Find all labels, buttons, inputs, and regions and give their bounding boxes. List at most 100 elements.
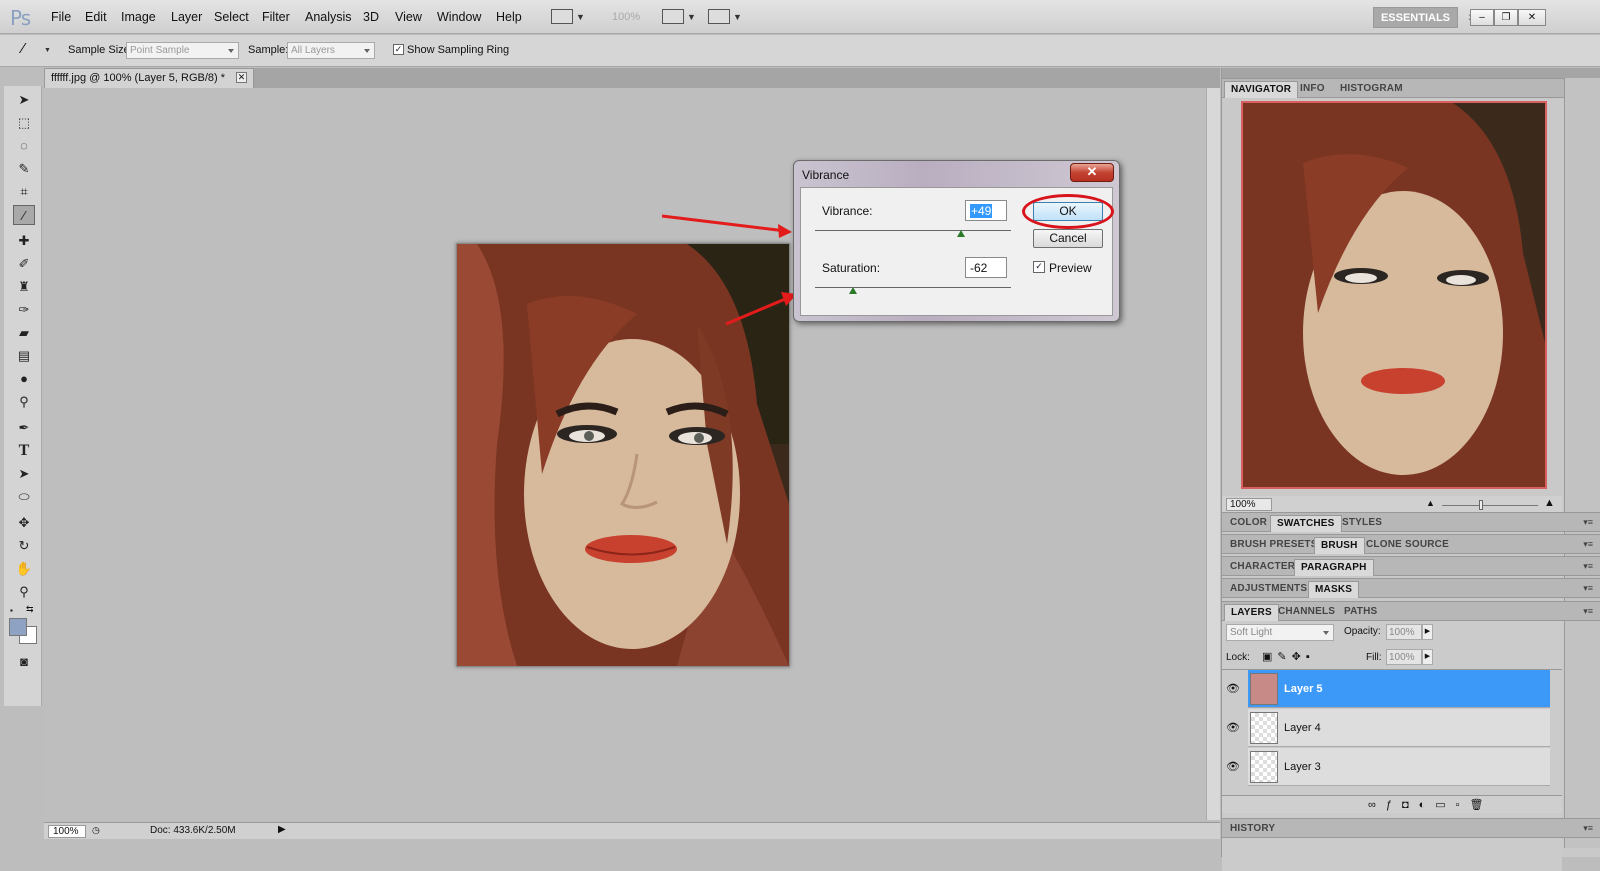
menu-file[interactable]: File [51,10,71,24]
saturation-slider-track[interactable] [815,287,1011,288]
panel-dock-scrollbar[interactable] [1564,78,1600,848]
menu-image[interactable]: Image [121,10,156,24]
quick-selection-tool-icon[interactable]: ✎ [13,159,35,179]
tab-paths[interactable]: PATHS [1338,604,1383,621]
navigator-zoom-handle[interactable] [1479,500,1483,510]
layer-row-layer-4[interactable]: 👁 Layer 4 [1226,709,1550,747]
status-info-icon[interactable]: ◷ [92,825,100,836]
layer-thumbnail[interactable] [1250,673,1278,705]
history-brush-tool-icon[interactable]: ✑ [13,300,35,320]
menu-help[interactable]: Help [496,10,522,24]
marquee-tool-icon[interactable]: ⬚ [13,113,35,133]
navigator-zoom-slider[interactable] [1442,505,1538,506]
zoom-tool-icon[interactable]: ⚲ [13,582,35,602]
tab-adjustments[interactable]: ADJUSTMENTS [1224,581,1313,598]
path-selection-tool-icon[interactable]: ➤ [13,464,35,484]
sample-size-select[interactable]: Point Sample [126,42,239,59]
saturation-slider-handle[interactable] [849,287,857,294]
panel-menu-icon[interactable]: ▾≡ [1583,561,1593,572]
eyedropper-tool-preset-icon[interactable]: ⁄ [22,40,25,57]
healing-brush-tool-icon[interactable]: ✚ [13,231,35,251]
zoom-in-icon[interactable]: ▲ [1544,497,1555,509]
tab-styles[interactable]: STYLES [1336,515,1388,532]
status-menu-icon[interactable]: ▶ [278,824,286,835]
swap-colors-icon[interactable]: ⇆ [26,604,34,615]
eraser-tool-icon[interactable]: ▰ [13,323,35,343]
tab-navigator[interactable]: NAVIGATOR [1224,81,1299,98]
tab-info[interactable]: INFO [1294,81,1331,98]
brush-tool-icon[interactable]: ✐ [13,254,35,274]
move-tool-icon[interactable]: ➤ [13,90,35,110]
tab-histogram[interactable]: HISTOGRAM [1334,81,1409,98]
crop-tool-icon[interactable]: ⌗ [13,182,35,202]
screen-mode-icon[interactable] [708,9,730,24]
restore-icon[interactable]: ❐ [1494,9,1518,26]
menu-analysis[interactable]: Analysis [305,10,352,24]
tab-clone-source[interactable]: CLONE SOURCE [1360,537,1455,554]
chevron-down-icon[interactable]: ▼ [687,12,696,22]
layer-thumbnail[interactable] [1250,712,1278,744]
panel-menu-icon[interactable]: ▾≡ [1583,517,1593,528]
gradient-tool-icon[interactable]: ▤ [13,346,35,366]
opacity-input[interactable]: 100% [1386,624,1422,640]
launch-bridge-icon[interactable] [551,9,573,24]
sample-select[interactable]: All Layers [287,42,375,59]
status-zoom-field[interactable]: 100% [48,825,86,838]
lasso-tool-icon[interactable]: ◌ [13,136,35,156]
tab-masks[interactable]: MASKS [1308,581,1360,598]
close-icon[interactable]: ✕ [1518,9,1546,26]
panel-menu-icon[interactable]: ▾≡ [1583,606,1593,617]
layer-name[interactable]: Layer 4 [1284,722,1321,734]
tab-character[interactable]: CHARACTER [1224,559,1301,576]
quick-mask-icon[interactable]: ◙ [13,652,35,672]
fill-slider-toggle[interactable]: ▶ [1422,649,1433,665]
pen-tool-icon[interactable]: ✒ [13,418,35,438]
zoom-level-field[interactable]: 100% [612,11,640,23]
workspace-switcher-button[interactable]: ESSENTIALS [1373,7,1458,28]
panel-menu-icon[interactable]: ▾≡ [1583,583,1593,594]
menu-view[interactable]: View [395,10,422,24]
preview-checkbox[interactable]: ✓ [1033,261,1045,273]
ellipse-tool-icon[interactable]: ⬭ [13,487,35,507]
foreground-color-swatch[interactable] [9,618,27,636]
tab-color[interactable]: COLOR [1224,515,1273,532]
menu-layer[interactable]: Layer [171,10,202,24]
close-document-icon[interactable]: ✕ [236,72,247,83]
dodge-tool-icon[interactable]: ⚲ [13,392,35,412]
canvas-vertical-scrollbar[interactable] [1206,88,1220,820]
layer-action-icons[interactable]: ∞ƒ◘◐▭▫🗑 [1368,798,1494,811]
navigator-zoom-field[interactable]: 100% [1226,498,1272,511]
layer-thumbnail[interactable] [1250,751,1278,783]
menu-select[interactable]: Select [214,10,249,24]
layer-name[interactable]: Layer 3 [1284,761,1321,773]
layer-row-layer-5[interactable]: 👁 Layer 5 [1226,670,1550,708]
show-sampling-ring-checkbox[interactable]: ✓ [393,44,404,55]
vibrance-slider-handle[interactable] [957,230,965,237]
tab-brush[interactable]: BRUSH [1314,537,1365,554]
tab-history[interactable]: HISTORY [1224,821,1281,838]
navigator-preview[interactable] [1241,101,1547,489]
menu-filter[interactable]: Filter [262,10,290,24]
menu-window[interactable]: Window [437,10,481,24]
layer-row-layer-3[interactable]: 👁 Layer 3 [1226,748,1550,786]
document-tab[interactable]: ffffff.jpg @ 100% (Layer 5, RGB/8) * ✕ [44,68,254,88]
chevron-down-icon[interactable]: ▼ [576,12,585,22]
layer-visibility-eye-icon[interactable]: 👁 [1226,721,1240,734]
lock-icons[interactable]: ▣✎✥▪ [1262,650,1315,663]
tab-paragraph[interactable]: PARAGRAPH [1294,559,1374,576]
arrange-documents-icon[interactable] [662,9,684,24]
blend-mode-select[interactable]: Soft Light [1226,624,1334,641]
menu-3d[interactable]: 3D [363,10,379,24]
fill-input[interactable]: 100% [1386,649,1422,665]
panel-menu-icon[interactable]: ▾≡ [1583,823,1593,834]
menu-edit[interactable]: Edit [85,10,107,24]
clone-stamp-tool-icon[interactable]: ♜ [13,277,35,297]
layer-visibility-eye-icon[interactable]: 👁 [1226,760,1240,773]
vibrance-input[interactable]: +49 [965,200,1007,221]
3d-rotate-tool-icon[interactable]: ✥ [13,513,35,533]
tab-brush-presets[interactable]: BRUSH PRESETS [1224,537,1324,554]
eyedropper-tool-icon[interactable]: ⁄ [13,205,35,225]
tab-channels[interactable]: CHANNELS [1272,604,1341,621]
hand-tool-icon[interactable]: ✋ [13,559,35,579]
saturation-input[interactable]: -62 [965,257,1007,278]
